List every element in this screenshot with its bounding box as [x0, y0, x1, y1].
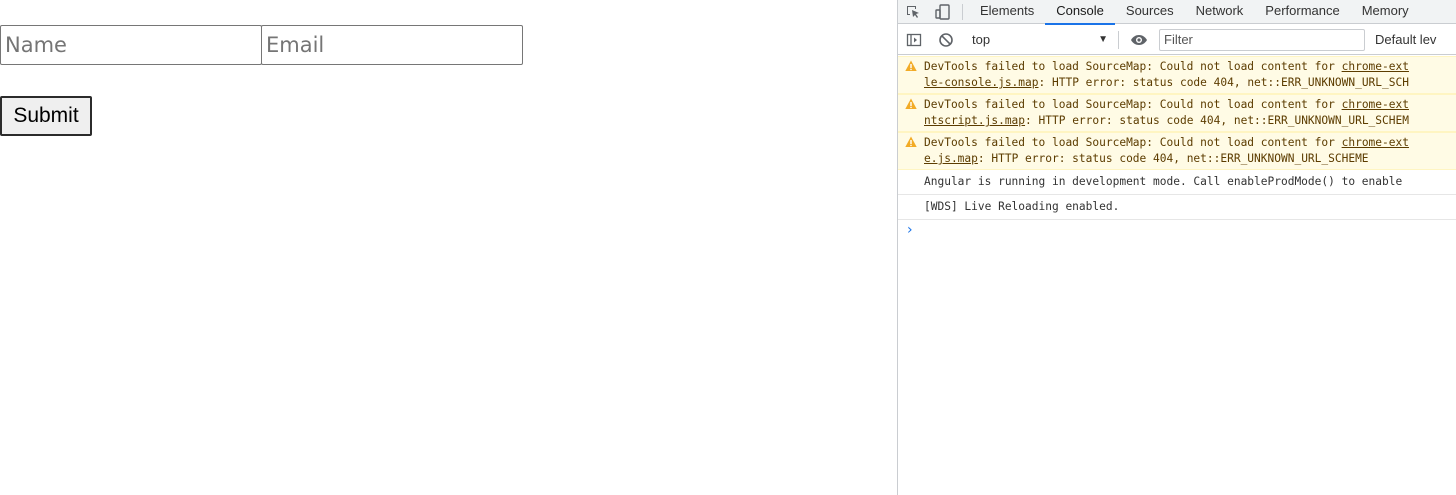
- tab-memory[interactable]: Memory: [1351, 0, 1420, 24]
- page-content: Submit: [0, 0, 897, 495]
- warning-icon: [905, 60, 917, 71]
- console-log-message: Angular is running in development mode. …: [898, 170, 1456, 195]
- context-value: top: [972, 32, 991, 47]
- sidebar-toggle-icon[interactable]: [898, 26, 930, 54]
- console-prompt[interactable]: ›: [898, 220, 1456, 242]
- name-input[interactable]: [0, 25, 262, 65]
- console-log-message: [WDS] Live Reloading enabled.: [898, 195, 1456, 220]
- clear-console-icon[interactable]: [930, 26, 962, 54]
- source-map-link[interactable]: e.js.map: [924, 152, 978, 165]
- warning-line-1: DevTools failed to load SourceMap: Could…: [924, 136, 1409, 149]
- console-warning-message: DevTools failed to load SourceMap: Could…: [898, 56, 1456, 94]
- console-toolbar: top ▼ Default lev: [898, 25, 1456, 55]
- warning-line-2: le-console.js.map: HTTP error: status co…: [924, 76, 1409, 89]
- inspect-element-icon[interactable]: [898, 0, 928, 24]
- source-map-link[interactable]: chrome-ext: [1342, 60, 1409, 73]
- live-expression-eye-icon[interactable]: [1123, 26, 1155, 54]
- console-warning-message: DevTools failed to load SourceMap: Could…: [898, 94, 1456, 132]
- tab-network[interactable]: Network: [1185, 0, 1255, 24]
- warning-line-1: DevTools failed to load SourceMap: Could…: [924, 98, 1409, 111]
- warning-line-2: e.js.map: HTTP error: status code 404, n…: [924, 152, 1369, 165]
- devtools-tabbar: Elements Console Sources Network Perform…: [898, 0, 1456, 25]
- dropdown-arrow-icon: ▼: [1098, 34, 1108, 45]
- submit-button[interactable]: Submit: [0, 96, 92, 136]
- warning-icon: [905, 98, 917, 109]
- log-levels-dropdown[interactable]: Default lev: [1375, 32, 1436, 47]
- tab-performance[interactable]: Performance: [1254, 0, 1350, 24]
- tab-sources[interactable]: Sources: [1115, 0, 1185, 24]
- prompt-chevron-icon: ›: [907, 222, 913, 238]
- warning-line-1: DevTools failed to load SourceMap: Could…: [924, 60, 1409, 73]
- warning-icon: [905, 136, 917, 147]
- console-messages: DevTools failed to load SourceMap: Could…: [898, 56, 1456, 242]
- console-warning-message: DevTools failed to load SourceMap: Could…: [898, 132, 1456, 170]
- tab-console[interactable]: Console: [1045, 0, 1115, 25]
- source-map-link[interactable]: le-console.js.map: [924, 76, 1039, 89]
- toolbar-divider: [1118, 30, 1119, 49]
- device-toolbar-icon[interactable]: [928, 0, 958, 24]
- devtools-panel: Elements Console Sources Network Perform…: [897, 0, 1456, 495]
- source-map-link[interactable]: chrome-ext: [1342, 98, 1409, 111]
- source-map-link[interactable]: ntscript.js.map: [924, 114, 1025, 127]
- context-selector[interactable]: top ▼: [962, 29, 1114, 51]
- filter-input[interactable]: [1159, 28, 1365, 51]
- source-map-link[interactable]: chrome-ext: [1342, 136, 1409, 149]
- warning-line-2: ntscript.js.map: HTTP error: status code…: [924, 114, 1409, 127]
- tabbar-divider: [962, 3, 963, 20]
- email-input[interactable]: [261, 25, 523, 65]
- tab-elements[interactable]: Elements: [969, 0, 1045, 24]
